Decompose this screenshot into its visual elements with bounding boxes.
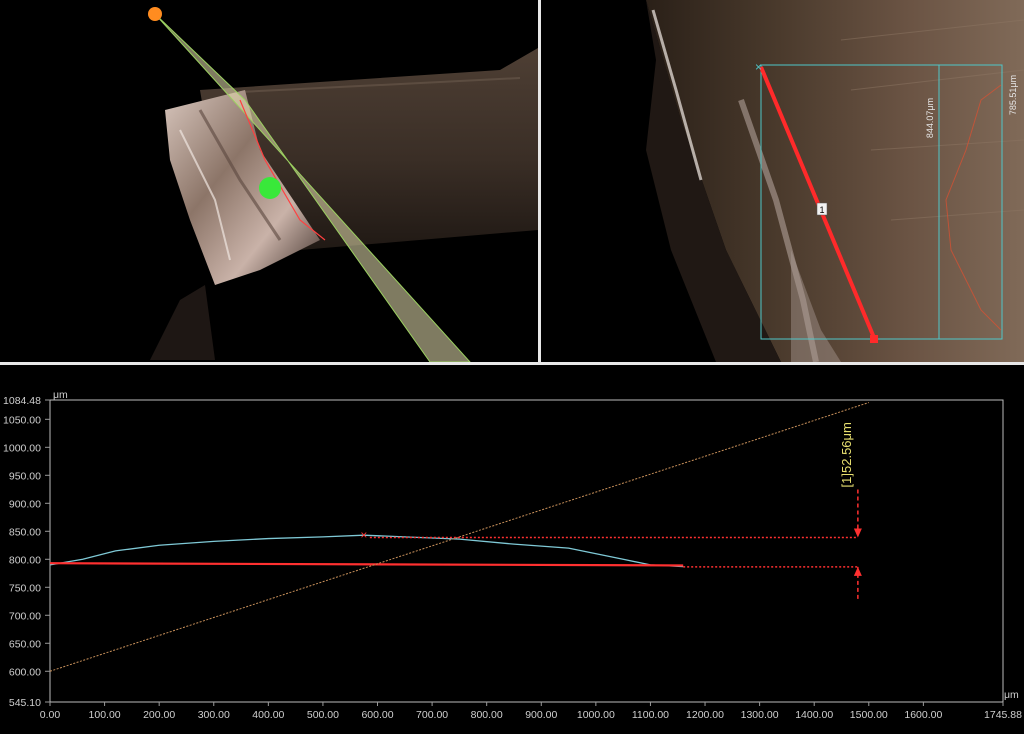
3d-view-panel[interactable]: [0, 0, 538, 362]
box-label-2: 785.51μm: [1008, 75, 1018, 115]
x-tick-label: 300.00: [198, 709, 230, 721]
x-tick-label: 700.00: [416, 709, 448, 721]
x-tick-label: 100.00: [89, 709, 121, 721]
x-tick-label: 1400.00: [795, 709, 833, 721]
x-tick-label: 1600.00: [904, 709, 942, 721]
y-tick-label: 600.00: [9, 666, 41, 678]
y-tick-label: 850.00: [9, 526, 41, 538]
x-tick-label: 200.00: [143, 709, 175, 721]
x-tick-label: 500.00: [307, 709, 339, 721]
y-tick-label: 750.00: [9, 582, 41, 594]
y-tick-label: 650.00: [9, 638, 41, 650]
x-tick-label: 1745.88: [984, 709, 1022, 721]
x-tick-label: 0.00: [40, 709, 61, 721]
x-tick-label: 1000.00: [577, 709, 615, 721]
plane-handle-orange[interactable]: [148, 7, 162, 21]
profile-chart-panel[interactable]: μm μm 545.10 600.00 650.00 700.00 750.00 800.…: [0, 365, 1024, 734]
peak-marker-icon[interactable]: ×: [360, 528, 367, 542]
y-tick-label: 950.00: [9, 470, 41, 482]
measurement-value-label: [1]52.56μm: [839, 422, 854, 487]
line-marker-label: 1: [819, 205, 824, 215]
x-tick-label: 1200.00: [686, 709, 724, 721]
x-tick-label: 1300.00: [741, 709, 779, 721]
y-tick-label: 900.00: [9, 498, 41, 510]
box-label-1: 844.07μm: [925, 98, 935, 138]
x-tick-label: 600.00: [361, 709, 393, 721]
x-tick-label: 400.00: [252, 709, 284, 721]
y-tick-label: 1050.00: [3, 414, 41, 426]
y-tick-label: 545.10: [9, 697, 41, 709]
x-tick-label: 800.00: [471, 709, 503, 721]
y-tick-label: 700.00: [9, 610, 41, 622]
start-marker-icon: ×: [755, 60, 762, 74]
y-tick-label: 1000.00: [3, 442, 41, 454]
plane-handle-green[interactable]: [259, 177, 281, 199]
end-marker-icon: [870, 335, 878, 343]
y-tick-label: 800.00: [9, 554, 41, 566]
y-tick-label: 1084.48: [3, 395, 41, 407]
x-tick-label: 900.00: [525, 709, 557, 721]
2d-image-panel[interactable]: 844.07μm 785.51μm × 1: [541, 0, 1024, 362]
x-tick-label: 1100.00: [632, 709, 669, 721]
x-unit-label: μm: [1004, 689, 1019, 701]
x-tick-label: 1500.00: [850, 709, 888, 721]
micrograph-surface: [646, 0, 1024, 362]
y-unit-label: μm: [53, 389, 68, 401]
